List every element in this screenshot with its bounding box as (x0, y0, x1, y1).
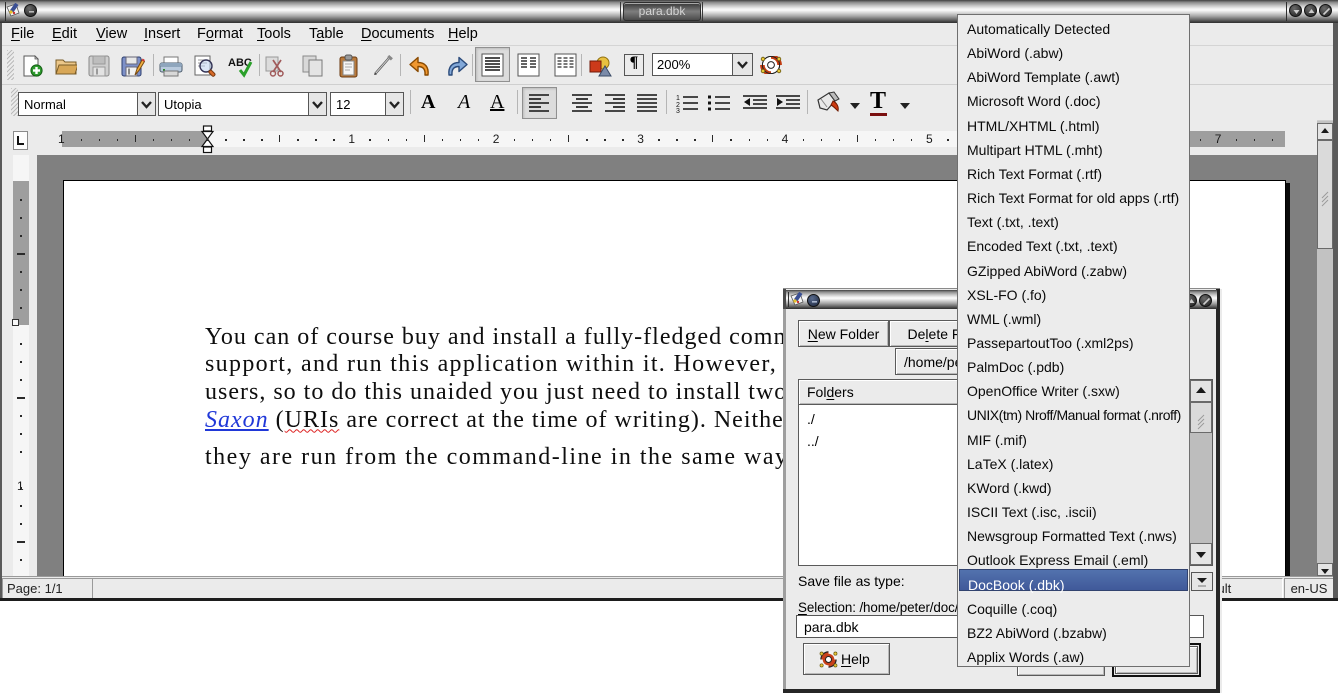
svg-text:3: 3 (676, 108, 680, 113)
svg-text:1: 1 (676, 95, 680, 102)
